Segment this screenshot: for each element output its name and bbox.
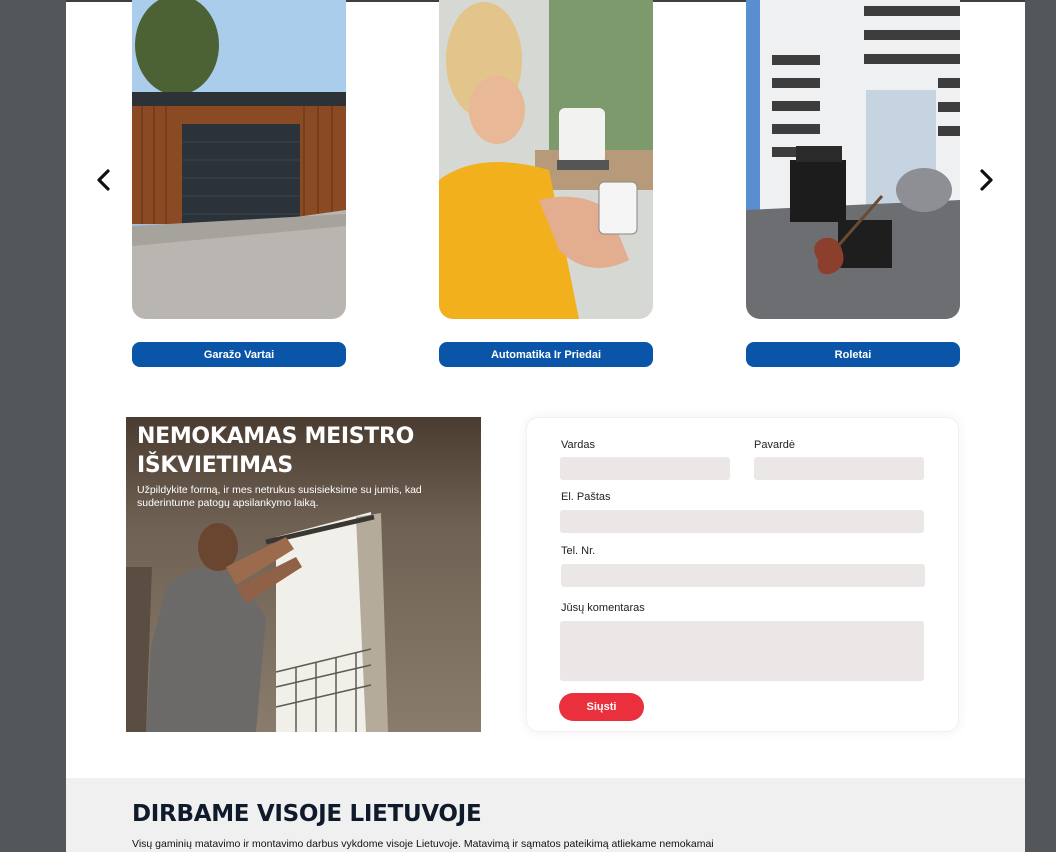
last-name-field[interactable]	[754, 457, 924, 480]
chevron-right-icon	[980, 169, 993, 191]
product-button-blinds[interactable]: Roletai	[746, 342, 960, 367]
phone-label: Tel. Nr.	[561, 545, 596, 557]
product-button-garage-doors[interactable]: Garažo Vartai	[132, 342, 346, 367]
promo-description: Užpildykite formą, ir mes netrukus susis…	[137, 484, 422, 509]
first-name-label: Vardas	[561, 439, 596, 451]
first-name-field[interactable]	[560, 457, 730, 480]
product-card-garage-doors[interactable]: Garažo Vartai	[132, 0, 346, 367]
contact-form: Vardas Pavardė El. Paštas Tel. Nr. Jūsų …	[526, 417, 959, 732]
comment-field[interactable]	[560, 621, 924, 681]
email-field[interactable]	[560, 510, 924, 533]
phone-field[interactable]	[561, 564, 925, 587]
coverage-title: DIRBAME VISOJE LIETUVOJE	[132, 801, 482, 827]
carousel-next-button[interactable]	[972, 166, 1000, 194]
garage-door-image[interactable]	[132, 0, 346, 319]
product-card-blinds[interactable]: Roletai	[746, 0, 960, 367]
product-card-automation[interactable]: Automatika Ir Priedai	[439, 0, 653, 367]
page: Garažo Vartai Automatika Ir Priedai Role…	[66, 0, 1025, 852]
coverage-section: DIRBAME VISOJE LIETUVOJE Visų gaminių ma…	[66, 778, 1025, 852]
carousel-prev-button[interactable]	[90, 166, 118, 194]
submit-button[interactable]: Siųsti	[559, 693, 644, 721]
email-label: El. Paštas	[561, 491, 611, 503]
last-name-label: Pavardė	[754, 439, 795, 451]
automation-image[interactable]	[439, 0, 653, 319]
promo-banner: NEMOKAMAS MEISTRO IŠKVIETIMAS Užpildykit…	[126, 417, 481, 732]
product-button-automation[interactable]: Automatika Ir Priedai	[439, 342, 653, 367]
comment-label: Jūsų komentaras	[561, 602, 645, 614]
chevron-left-icon	[97, 169, 110, 191]
promo-title: NEMOKAMAS MEISTRO IŠKVIETIMAS	[137, 424, 415, 478]
coverage-text: Visų gaminių matavimo ir montavimo darbu…	[132, 838, 714, 850]
blinds-image[interactable]	[746, 0, 960, 319]
